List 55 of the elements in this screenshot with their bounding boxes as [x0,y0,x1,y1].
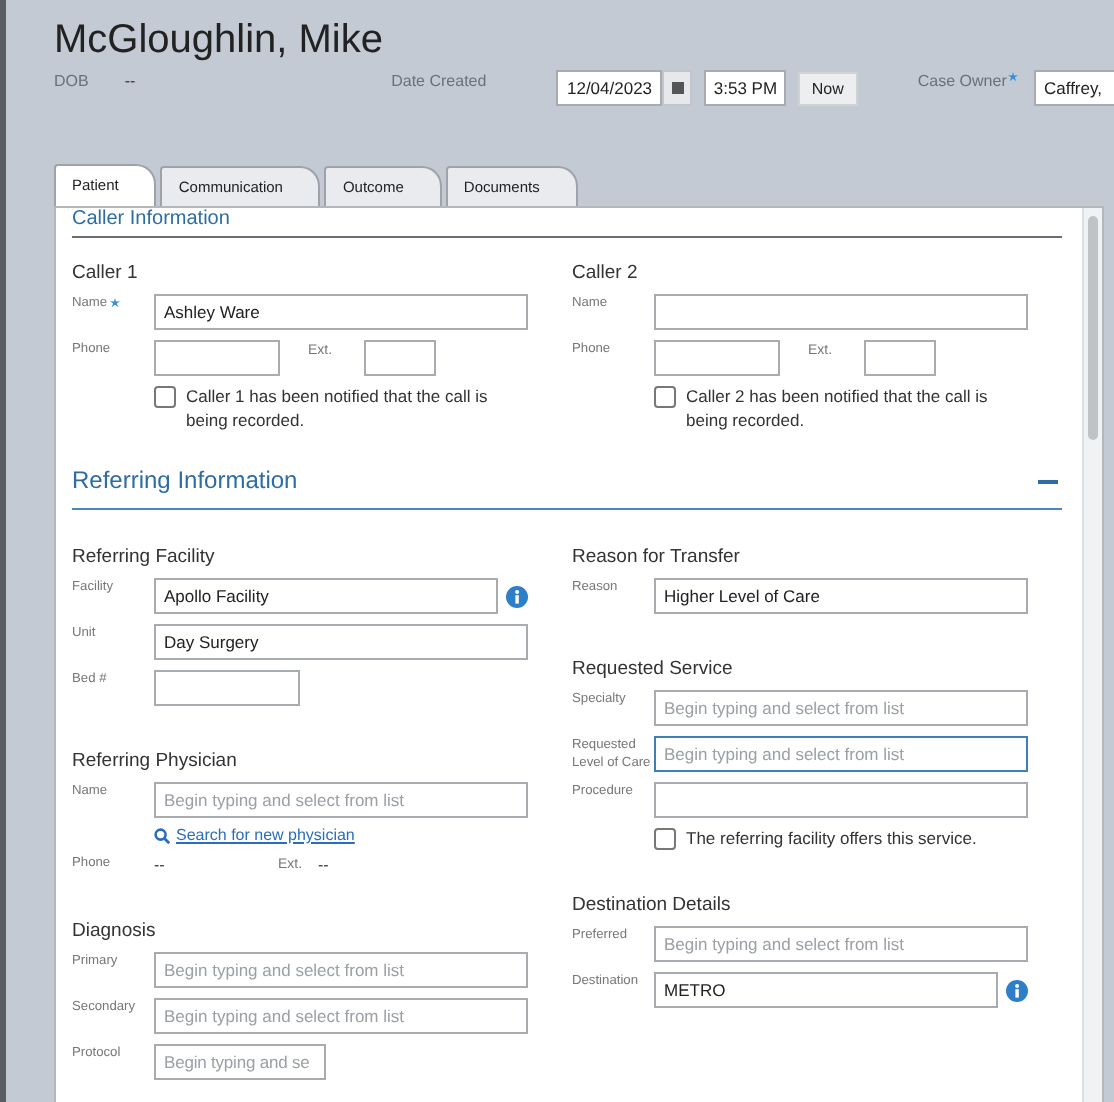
field-value: -- [154,854,167,876]
checkbox[interactable] [654,828,676,850]
checkbox-label: Caller 2 has been notified that the call is being recorded. [686,384,990,432]
field-value: -- [318,854,331,876]
input-field[interactable]: Begin typing and select from list [654,690,1028,726]
field-value: -- [124,70,136,94]
input-field[interactable] [654,294,1028,330]
group-heading: Caller 2 [572,262,640,286]
input-field[interactable]: Begin typing and select from list [154,782,528,818]
scrollbar-thumb[interactable] [1088,216,1098,440]
input-field[interactable]: Begin typing and select from list [154,952,528,988]
calendar-button[interactable] [662,70,692,106]
group-heading: Caller 1 [72,262,140,286]
input-field[interactable]: METRO [654,972,998,1008]
search-physician-link[interactable]: Search for new physician [154,826,355,844]
input-field[interactable]: Day Surgery [154,624,528,660]
input-field[interactable]: Begin typing and select from list [654,926,1028,962]
date-field[interactable]: 12/04/2023 [556,70,663,106]
time-field[interactable]: 3:53 PM [703,70,786,106]
section-heading: Referring Information [72,466,298,496]
input-field[interactable]: Higher Level of Care [654,578,1028,614]
field-label: Date Created [391,70,489,94]
group-heading: Diagnosis [72,920,158,944]
checkbox-label: Caller 1 has been notified that the call is being recorded. [186,384,490,432]
case-owner-field[interactable]: Caffrey, [1034,70,1114,106]
input-field[interactable] [154,670,300,706]
required-icon [1008,72,1019,82]
section-heading: Caller Information [72,208,1062,238]
group-heading: Reason for Transfer [572,546,742,570]
group-heading: Requested Service [572,658,735,682]
group-heading: Referring Facility [72,546,217,570]
field-label: DOB [54,70,89,94]
input-field[interactable]: Begin typing and se [154,1044,326,1080]
input-field[interactable] [654,782,1028,818]
calendar-icon [671,82,684,94]
search-icon [154,827,170,843]
input-field[interactable]: Begin typing and select from list [654,736,1028,772]
checkbox[interactable] [654,386,676,408]
now-button[interactable]: Now [797,72,858,106]
input-field[interactable]: Ashley Ware [154,294,528,330]
input-field[interactable] [364,340,436,376]
required-icon [109,298,120,308]
input-field[interactable]: Begin typing and select from list [154,998,528,1034]
input-field[interactable] [654,340,780,376]
field-label: Case Owner [917,70,1007,94]
input-field[interactable] [154,340,280,376]
group-heading: Destination Details [572,894,733,918]
checkbox[interactable] [154,386,176,408]
patient-name: McGloughlin, Mike [54,16,386,64]
input-field[interactable] [864,340,936,376]
info-icon [506,586,528,608]
group-heading: Referring Physician [72,750,239,774]
info-icon [1006,980,1028,1002]
input-field[interactable]: Apollo Facility [154,578,498,614]
checkbox-label: The referring facility offers this service. [686,826,979,850]
